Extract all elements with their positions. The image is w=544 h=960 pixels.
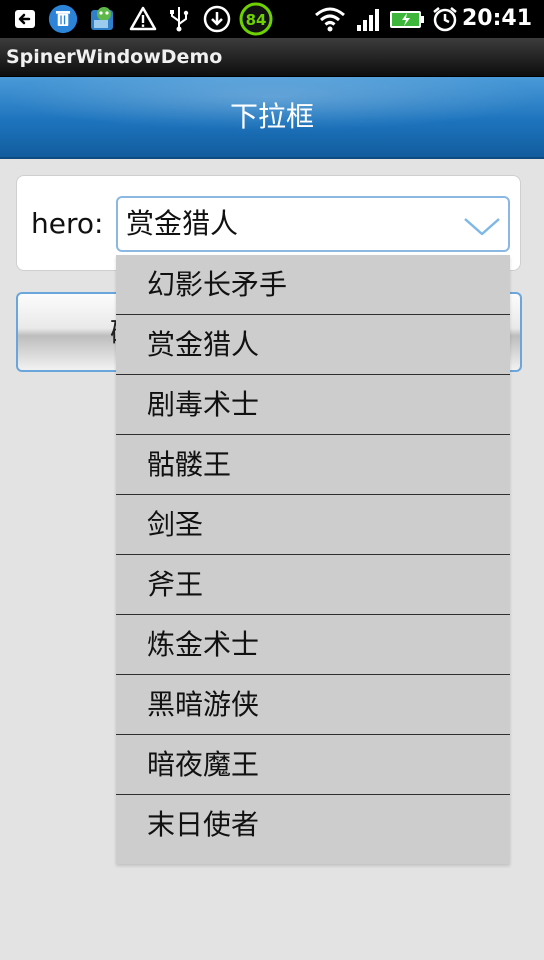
- app-title-bar: SpinerWindowDemo: [0, 38, 544, 77]
- dropdown-item-label: 暗夜魔王: [147, 748, 260, 781]
- app-title: SpinerWindowDemo: [6, 46, 223, 68]
- alarm-icon: [430, 4, 460, 34]
- status-time: 20:41: [461, 6, 532, 31]
- dropdown-item[interactable]: 斧王: [116, 555, 510, 615]
- battery-icon: [388, 4, 426, 34]
- dropdown-item-label: 赏金猎人: [147, 328, 260, 361]
- back-arrow-icon: [10, 4, 40, 34]
- status-bar: 84 20:41: [0, 0, 544, 38]
- page-title: 下拉框: [229, 100, 314, 133]
- usb-icon: [164, 4, 194, 34]
- dropdown-item-label: 骷髅王: [147, 448, 232, 481]
- app-icon: [88, 4, 118, 34]
- trash-icon: [48, 4, 78, 34]
- dropdown-item[interactable]: 黑暗游侠: [116, 675, 510, 735]
- dropdown-item[interactable]: 末日使者: [116, 795, 510, 855]
- download-icon: [202, 4, 232, 34]
- dropdown-item-label: 剑圣: [147, 508, 204, 541]
- hero-spinner[interactable]: 赏金猎人: [116, 196, 510, 252]
- dropdown-item[interactable]: 剧毒术士: [116, 375, 510, 435]
- dropdown-item[interactable]: 赏金猎人: [116, 315, 510, 375]
- dropdown-item-label: 幻影长矛手: [147, 268, 288, 301]
- wifi-icon: [312, 4, 348, 34]
- dropdown-item-label: 斧王: [147, 568, 204, 601]
- dropdown-item[interactable]: 暗夜魔王: [116, 735, 510, 795]
- signal-icon: [354, 4, 384, 34]
- dropdown-item-label: 黑暗游侠: [147, 688, 260, 721]
- chevron-down-icon: [464, 218, 500, 236]
- dropdown-item[interactable]: 炼金术士: [116, 615, 510, 675]
- hero-label: hero:: [31, 207, 104, 240]
- dropdown-item-label: 炼金术士: [147, 628, 260, 661]
- dropdown-item-label: 剧毒术士: [147, 388, 260, 421]
- dropdown-list: 幻影长矛手 赏金猎人 剧毒术士 骷髅王 剑圣 斧王 炼金术士 黑暗游侠 暗夜魔王…: [116, 255, 510, 864]
- spinner-selected-value: 赏金猎人: [126, 207, 239, 240]
- warning-icon: [128, 4, 158, 34]
- header: 下拉框: [0, 77, 544, 159]
- dropdown-item-label: 末日使者: [147, 808, 260, 841]
- dropdown-item[interactable]: 幻影长矛手: [116, 255, 510, 315]
- svg-text:84: 84: [246, 11, 267, 29]
- badge-84-icon: 84: [238, 2, 274, 36]
- dropdown-item[interactable]: 骷髅王: [116, 435, 510, 495]
- dropdown-item[interactable]: 剑圣: [116, 495, 510, 555]
